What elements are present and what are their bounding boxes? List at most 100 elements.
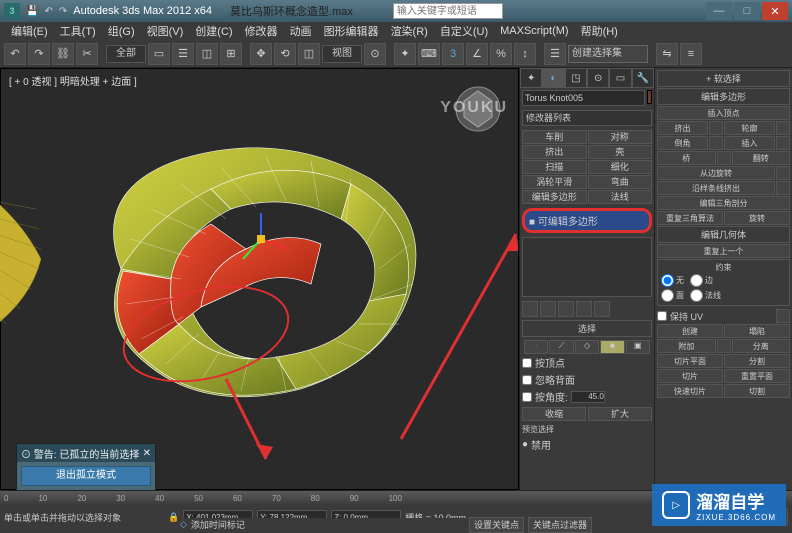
key-filter-button[interactable]: 关键点过滤器 bbox=[528, 517, 592, 533]
preserve-uv-settings[interactable] bbox=[776, 309, 790, 323]
by-angle-check[interactable] bbox=[522, 392, 532, 402]
unique-icon[interactable] bbox=[558, 301, 574, 317]
bevel-settings[interactable] bbox=[709, 136, 723, 150]
mod-editpoly[interactable]: 编辑多边形 bbox=[522, 190, 587, 204]
align-button[interactable]: ≡ bbox=[680, 43, 702, 65]
extrude-button[interactable]: 挤出 bbox=[657, 121, 708, 135]
ignore-backfacing-check[interactable] bbox=[522, 375, 532, 385]
tab-utilities[interactable]: 🔧 bbox=[632, 68, 654, 88]
bridge-button[interactable]: 桥 bbox=[657, 151, 716, 165]
mod-tessellate[interactable]: 细化 bbox=[588, 160, 653, 174]
menu-modifiers[interactable]: 修改器 bbox=[240, 22, 283, 40]
quick-access-save[interactable]: 💾 bbox=[26, 6, 38, 17]
tab-motion[interactable]: ⊙ bbox=[587, 68, 609, 88]
sub-edge[interactable]: ⟋ bbox=[549, 340, 573, 354]
bridge-settings[interactable] bbox=[717, 151, 731, 165]
show-end-icon[interactable] bbox=[540, 301, 556, 317]
extrude-spline-button[interactable]: 沿样条线挤出 bbox=[657, 181, 775, 195]
menu-animation[interactable]: 动画 bbox=[285, 22, 317, 40]
reset-plane-button[interactable]: 重置平面 bbox=[724, 369, 790, 383]
menu-tools[interactable]: 工具(T) bbox=[55, 22, 101, 40]
flip-button[interactable]: 翻转 bbox=[732, 151, 791, 165]
pivot-button[interactable]: ⊙ bbox=[364, 43, 386, 65]
spinner-snap[interactable]: ↕ bbox=[514, 43, 536, 65]
constraint-none[interactable] bbox=[661, 274, 674, 287]
menu-graph[interactable]: 图形编辑器 bbox=[319, 22, 384, 40]
rollout-softsel[interactable]: + 软选择 bbox=[657, 70, 790, 87]
menu-edit[interactable]: 编辑(E) bbox=[6, 22, 53, 40]
menu-view[interactable]: 视图(V) bbox=[142, 22, 189, 40]
extrude-settings[interactable] bbox=[709, 121, 723, 135]
sub-border[interactable]: ◇ bbox=[575, 340, 599, 354]
by-vertex-check[interactable] bbox=[522, 358, 532, 368]
outline-settings[interactable] bbox=[776, 121, 790, 135]
snap-toggle[interactable]: 3 bbox=[442, 43, 464, 65]
insert-vertex-button[interactable]: 插入顶点 bbox=[657, 106, 790, 120]
pin-stack-icon[interactable] bbox=[522, 301, 538, 317]
select-name-button[interactable]: ☰ bbox=[172, 43, 194, 65]
keyboard-button[interactable]: ⌨ bbox=[418, 43, 440, 65]
rollout-selection[interactable]: 选择 bbox=[522, 320, 652, 337]
mod-turbosmooth[interactable]: 涡轮平滑 bbox=[522, 175, 587, 189]
edit-tri-button[interactable]: 编辑三角剖分 bbox=[657, 196, 790, 210]
exit-isolate-button[interactable]: 退出孤立模式 bbox=[21, 466, 151, 486]
unlink-button[interactable]: ✂ bbox=[76, 43, 98, 65]
rollout-editpoly[interactable]: 编辑多边形 bbox=[657, 88, 790, 105]
bevel-button[interactable]: 倒角 bbox=[657, 136, 708, 150]
retri-button[interactable]: 重复三角算法 bbox=[657, 211, 723, 225]
slice-plane-button[interactable]: 切片平面 bbox=[657, 354, 723, 368]
scale-button[interactable]: ◫ bbox=[298, 43, 320, 65]
mod-extrude[interactable]: 挤出 bbox=[522, 145, 587, 159]
sub-element[interactable]: ▣ bbox=[626, 340, 650, 354]
tab-create[interactable]: ✦ bbox=[520, 68, 542, 88]
outline-button[interactable]: 轮廓 bbox=[724, 121, 775, 135]
modifier-stack-item[interactable]: ■ 可编辑多边形 bbox=[522, 208, 652, 233]
mod-sweep[interactable]: 扫描 bbox=[522, 160, 587, 174]
by-angle-value[interactable]: 45.0 bbox=[571, 391, 605, 403]
menu-render[interactable]: 渲染(R) bbox=[386, 22, 433, 40]
torus-knot-mesh[interactable] bbox=[61, 129, 441, 409]
rotate-button2[interactable]: 旋转 bbox=[724, 211, 790, 225]
constraint-edge[interactable] bbox=[690, 274, 703, 287]
named-sets-dropdown[interactable]: 创建选择集 bbox=[568, 45, 648, 63]
tab-modify[interactable]: ◐ bbox=[542, 68, 564, 88]
grow-button[interactable]: 扩大 bbox=[588, 407, 652, 421]
select-region-button[interactable]: ◫ bbox=[196, 43, 218, 65]
selection-filter[interactable]: 全部 bbox=[106, 45, 146, 63]
object-name-input[interactable] bbox=[522, 90, 645, 106]
angle-snap[interactable]: ∠ bbox=[466, 43, 488, 65]
menu-group[interactable]: 组(G) bbox=[103, 22, 140, 40]
shrink-button[interactable]: 收缩 bbox=[522, 407, 586, 421]
repeat-last-button[interactable]: 重复上一个 bbox=[657, 244, 790, 258]
percent-snap[interactable]: % bbox=[490, 43, 512, 65]
rollout-editgeo[interactable]: 编辑几何体 bbox=[657, 226, 790, 243]
sub-polygon[interactable]: ■ bbox=[600, 340, 624, 354]
hinge-edge-button[interactable]: 从边旋转 bbox=[657, 166, 775, 180]
detach-button[interactable]: 分离 bbox=[732, 339, 791, 353]
undo-button[interactable]: ↶ bbox=[4, 43, 26, 65]
link-button[interactable]: ⛓ bbox=[52, 43, 74, 65]
named-sets-button[interactable]: ☰ bbox=[544, 43, 566, 65]
configure-icon[interactable] bbox=[594, 301, 610, 317]
quick-access-redo[interactable]: ↷ bbox=[59, 6, 67, 17]
menu-customize[interactable]: 自定义(U) bbox=[435, 22, 493, 40]
constraint-normal[interactable] bbox=[690, 289, 703, 302]
select-button[interactable]: ▭ bbox=[148, 43, 170, 65]
window-close[interactable]: ✕ bbox=[762, 2, 788, 20]
menu-help[interactable]: 帮助(H) bbox=[576, 22, 623, 40]
mod-bend[interactable]: 弯曲 bbox=[588, 175, 653, 189]
remove-mod-icon[interactable] bbox=[576, 301, 592, 317]
set-key-button[interactable]: 设置关键点 bbox=[469, 517, 524, 533]
move-button[interactable]: ✥ bbox=[250, 43, 272, 65]
rotate-button[interactable]: ⟲ bbox=[274, 43, 296, 65]
quick-access-undo[interactable]: ↶ bbox=[44, 6, 52, 17]
viewport-label[interactable]: [ + 0 透视 ] 明暗处理 + 边面 ] bbox=[9, 73, 137, 88]
menu-create[interactable]: 创建(C) bbox=[190, 22, 237, 40]
object-color-swatch[interactable] bbox=[647, 90, 652, 104]
hinge-settings[interactable] bbox=[776, 166, 790, 180]
redo-button[interactable]: ↷ bbox=[28, 43, 50, 65]
mirror-button[interactable]: ⇋ bbox=[656, 43, 678, 65]
mod-shell[interactable]: 壳 bbox=[588, 145, 653, 159]
window-crossing-button[interactable]: ⊞ bbox=[220, 43, 242, 65]
preserve-uv-check[interactable] bbox=[657, 311, 667, 321]
